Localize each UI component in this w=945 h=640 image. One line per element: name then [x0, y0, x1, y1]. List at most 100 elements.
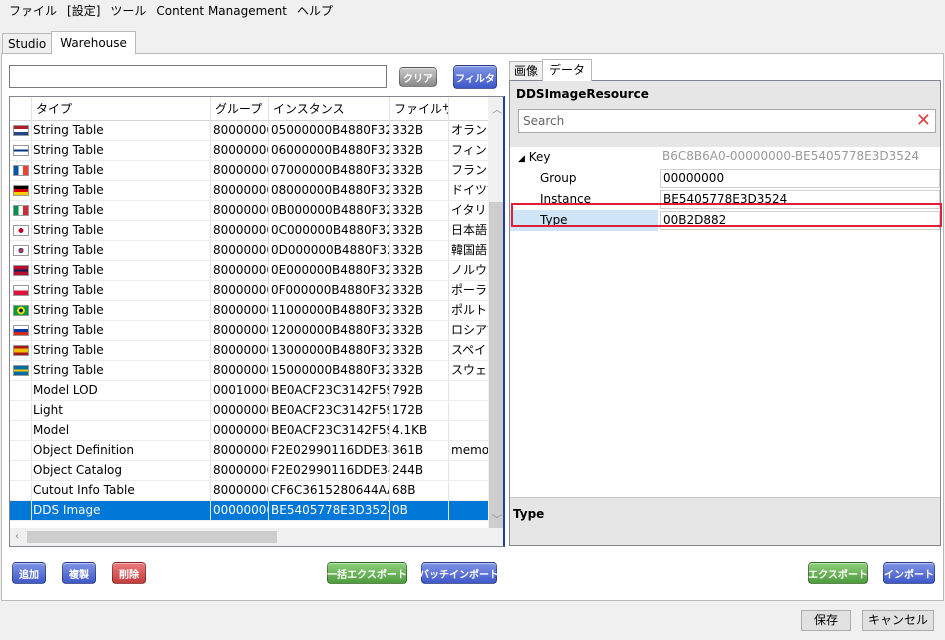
resource-search-input[interactable] [9, 65, 387, 88]
description-cell: memo [451, 443, 488, 457]
save-button[interactable]: 保存 [801, 610, 851, 631]
type-cell: Object Definition [32, 441, 211, 460]
group-cell: 80000000 [211, 141, 269, 160]
import-button[interactable]: インポート [883, 562, 935, 584]
table-row[interactable]: String Table 80000000 07000000B4880F32 332B… [10, 161, 488, 181]
menu-settings[interactable]: [設定] [62, 0, 105, 22]
tab-warehouse[interactable]: Warehouse [51, 31, 136, 54]
property-search-input[interactable]: Search ✕ [518, 109, 936, 133]
group-value-field[interactable]: 00000000 [660, 169, 940, 188]
description-cell: ポルトガ [451, 303, 488, 317]
table-row[interactable]: Cutout Info Table 80000000 CF6C3615280644A… [10, 481, 488, 501]
size-cell: 332B [390, 181, 449, 200]
type-cell: String Table [32, 361, 211, 380]
table-row[interactable]: String Table 80000000 0D000000B4880F32 332B… [10, 241, 488, 261]
type-cell: String Table [32, 201, 211, 220]
flag-cell [10, 421, 32, 440]
description-cell: ロシア語 [451, 323, 488, 337]
flag-cell [10, 461, 32, 480]
grid-horizontal-scrollbar[interactable]: ‹ [10, 528, 488, 546]
warehouse-panel: クリア フィルタ タイプ グループ インスタンス ファイルサイ String T… [1, 53, 944, 601]
group-cell: 80000000 [211, 221, 269, 240]
type-cell: String Table [32, 301, 211, 320]
flag-cell [10, 301, 32, 320]
menu-content-management[interactable]: Content Management [151, 0, 292, 22]
instance-cell: F2E02990116DDE34 [269, 441, 390, 460]
add-button[interactable]: 追加 [12, 562, 46, 584]
table-row[interactable]: Object Definition 80000000 F2E02990116DDE3… [10, 441, 488, 461]
table-row[interactable]: String Table 80000000 15000000B4880F32 332B… [10, 361, 488, 381]
delete-button[interactable]: 削除 [112, 562, 146, 584]
scroll-left-icon[interactable]: ‹ [15, 531, 19, 542]
scroll-down-icon[interactable]: ﹀ [492, 511, 502, 526]
menu-file[interactable]: ファイル [4, 0, 62, 22]
flag-cell [10, 141, 32, 160]
property-panel: DDSImageResource Search ✕ ◢ Key B6C8B6A0… [509, 80, 941, 546]
table-row[interactable]: String Table 80000000 08000000B4880F32 332B… [10, 181, 488, 201]
tab-data[interactable]: データ [542, 59, 593, 81]
table-row[interactable]: Model LOD 00010000 BE0ACF23C3142F59 792B [10, 381, 488, 401]
scroll-up-icon[interactable]: ︿ [492, 101, 502, 116]
table-row[interactable]: String Table 80000000 0C000000B4880F32 332B… [10, 221, 488, 241]
clear-search-icon[interactable]: ✕ [916, 110, 931, 132]
size-cell: 332B [390, 301, 449, 320]
flag-cell [10, 381, 32, 400]
table-row[interactable]: Light 00000000 BE0ACF23C3142F59 172B [10, 401, 488, 421]
flag-cell [10, 181, 32, 200]
filter-button[interactable]: フィルタ [453, 65, 497, 89]
menu-tools[interactable]: ツール [105, 0, 151, 22]
instance-cell: 0F000000B4880F32 [269, 281, 390, 300]
group-cell: 00000000 [211, 401, 269, 420]
column-header-type[interactable]: タイプ [32, 97, 211, 121]
vertical-scroll-thumb[interactable] [489, 202, 503, 528]
flag-cell [10, 481, 32, 500]
type-cell: Model LOD [32, 381, 211, 400]
group-cell: 80000000 [211, 201, 269, 220]
description-cell: ポーラン [451, 283, 488, 297]
table-row[interactable]: String Table 80000000 13000000B4880F32 332B… [10, 341, 488, 361]
bulk-export-button[interactable]: 一括エクスポート [327, 562, 407, 584]
collapse-triangle-icon[interactable]: ◢ [518, 154, 525, 164]
property-name-key: ◢ Key [518, 150, 551, 164]
batch-import-button[interactable]: バッチインポート [419, 562, 499, 584]
size-cell: 332B [390, 281, 449, 300]
table-row[interactable]: Model 00000000 BE0ACF23C3142F59 4.1KB [10, 421, 488, 441]
menu-help[interactable]: ヘルプ [292, 0, 338, 22]
table-row[interactable]: String Table 80000000 0F000000B4880F32 332B… [10, 281, 488, 301]
column-header-size[interactable]: ファイルサイ [390, 97, 449, 121]
grid-vertical-scrollbar[interactable]: ︿ ﹀ [488, 97, 503, 546]
horizontal-scroll-thumb[interactable] [27, 531, 277, 543]
group-cell: 00000000 [211, 501, 269, 520]
property-name-group: Group [540, 171, 577, 185]
tab-studio[interactable]: Studio [2, 33, 53, 54]
detail-tabs: 画像 データ [509, 57, 593, 81]
type-cell: String Table [32, 341, 211, 360]
column-header-instance[interactable]: インスタンス [269, 97, 390, 121]
size-cell: 244B [390, 461, 449, 480]
key-value: B6C8B6A0-00000000-BE5405778E3D3524 [660, 148, 940, 167]
clear-button[interactable]: クリア [399, 67, 437, 87]
table-row[interactable]: String Table 80000000 12000000B4880F32 332B… [10, 321, 488, 341]
instance-cell: 11000000B4880F32 [269, 301, 390, 320]
table-row[interactable]: String Table 80000000 0E000000B4880F32 332B… [10, 261, 488, 281]
group-cell: 80000000 [211, 461, 269, 480]
property-row-group[interactable]: Group 00000000 [510, 168, 940, 189]
description-cell: 韓国語 [451, 243, 488, 257]
table-row[interactable]: String Table 80000000 05000000B4880F32 332B… [10, 121, 488, 141]
flag-kr-icon [12, 245, 29, 256]
table-row[interactable]: DDS Image 00000000 BE5405778E3D3524 0B [10, 501, 488, 521]
column-header-group[interactable]: グループ [211, 97, 269, 121]
type-cell: String Table [32, 161, 211, 180]
copy-button[interactable]: 複製 [62, 562, 96, 584]
table-row[interactable]: String Table 80000000 0B000000B4880F32 332B… [10, 201, 488, 221]
property-row-key[interactable]: ◢ Key B6C8B6A0-00000000-BE5405778E3D3524 [510, 147, 940, 168]
cancel-button[interactable]: キャンセル [862, 610, 934, 631]
group-cell: 80000000 [211, 261, 269, 280]
instance-cell: CF6C3615280644AA [269, 481, 390, 500]
table-row[interactable]: String Table 80000000 11000000B4880F32 332B… [10, 301, 488, 321]
description-cell [449, 501, 488, 520]
tab-image[interactable]: 画像 [509, 61, 544, 81]
export-button[interactable]: エクスポート [808, 562, 868, 584]
table-row[interactable]: Object Catalog 80000000 F2E02990116DDE34 24… [10, 461, 488, 481]
table-row[interactable]: String Table 80000000 06000000B4880F32 332B… [10, 141, 488, 161]
